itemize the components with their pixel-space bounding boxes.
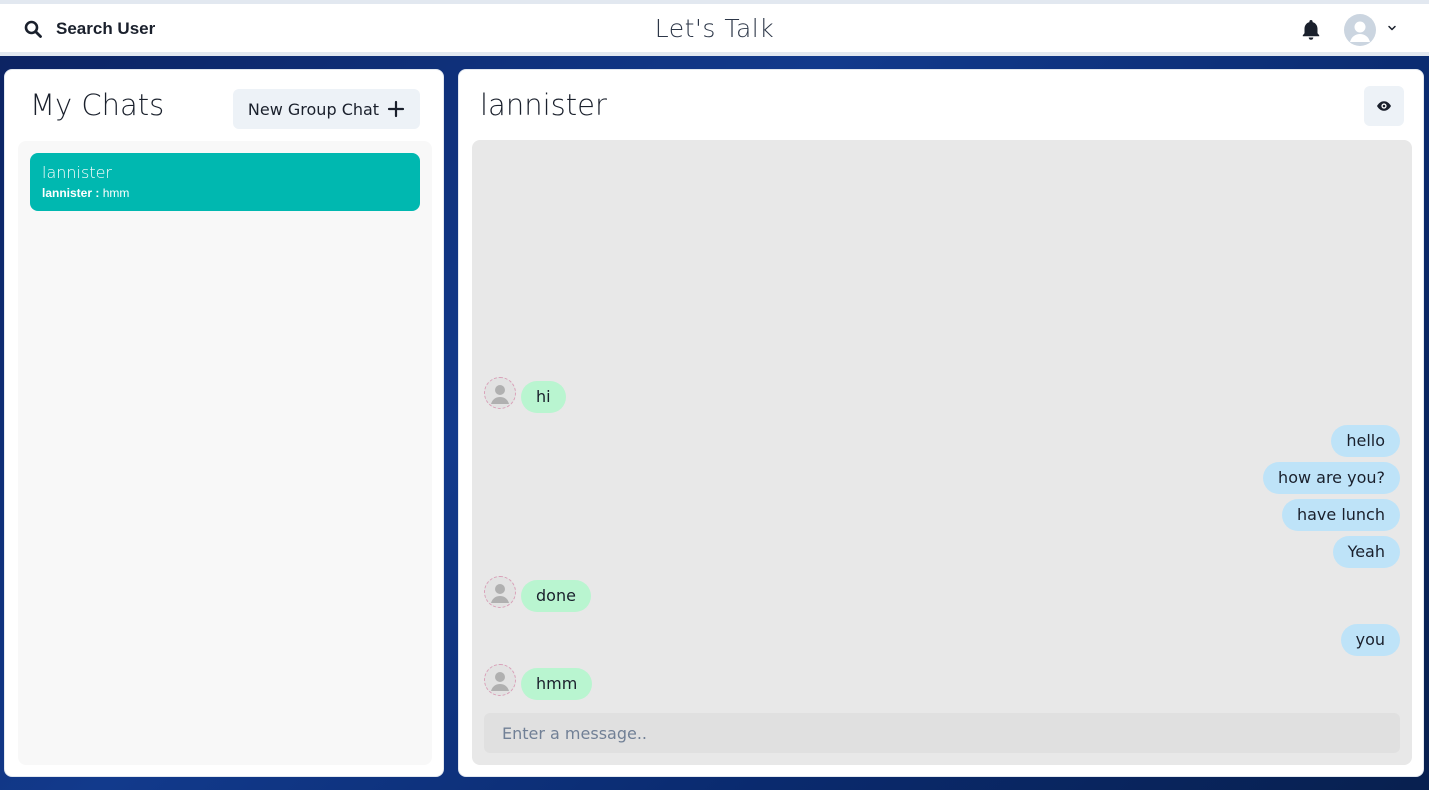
message-bubble-sent: how are you? [1263,462,1400,494]
search-user-label: Search User [56,19,156,38]
eye-icon [1376,98,1392,114]
app-title: Let's Talk [654,14,775,43]
top-bar: Search User Let's Talk [0,0,1429,56]
messages-area: hi hello how are you? have lunch Yeah do… [472,140,1412,765]
message-row: Yeah [472,536,1412,570]
message-bubble-sent: have lunch [1281,499,1400,531]
message-bubble-received: done [521,580,591,612]
message-row: have lunch [472,499,1412,533]
message-bubble-sent: you [1340,624,1400,656]
search-user-button[interactable]: Search User [14,12,165,46]
chat-item-latest-text: hmm [102,186,130,200]
plus-icon [387,100,405,118]
chat-item-latest-sender: lannister : [42,186,100,200]
message-row: done [472,576,1412,614]
chat-title: lannister [480,88,607,122]
message-row: you [472,624,1412,658]
view-profile-button[interactable] [1364,86,1404,126]
my-chats-panel: My Chats New Group Chat lannister lannis… [4,69,444,777]
message-row: hi [472,377,1412,415]
profile-menu-button[interactable] [1344,10,1406,50]
sender-avatar-icon[interactable] [484,377,516,409]
message-row: hello [472,425,1412,459]
bell-icon [1298,20,1324,47]
user-avatar-icon [1344,14,1376,46]
message-bubble-received: hmm [521,668,593,700]
sender-avatar-icon[interactable] [484,576,516,608]
message-bubble-received: hi [521,381,566,413]
message-bubble-sent: hello [1331,425,1400,457]
message-bubble-sent: Yeah [1332,536,1400,568]
notifications-button[interactable] [1298,17,1324,43]
message-row: hmm [472,664,1412,702]
message-row: how are you? [472,462,1412,496]
search-icon [24,20,42,38]
new-group-chat-label: New Group Chat [247,99,380,119]
chevron-down-icon [1386,21,1398,39]
new-group-chat-button[interactable]: New Group Chat [233,89,420,129]
chat-panel: lannister hi hello how are you? have lun… [458,69,1424,777]
sender-avatar-icon[interactable] [484,664,516,696]
my-chats-title: My Chats [30,88,165,122]
chat-list: lannister lannister : hmm [18,141,432,765]
chat-list-item[interactable]: lannister lannister : hmm [30,153,420,211]
message-input[interactable] [484,713,1400,753]
chat-item-latest-message: lannister : hmm [42,186,408,200]
chat-item-name: lannister [42,163,113,182]
